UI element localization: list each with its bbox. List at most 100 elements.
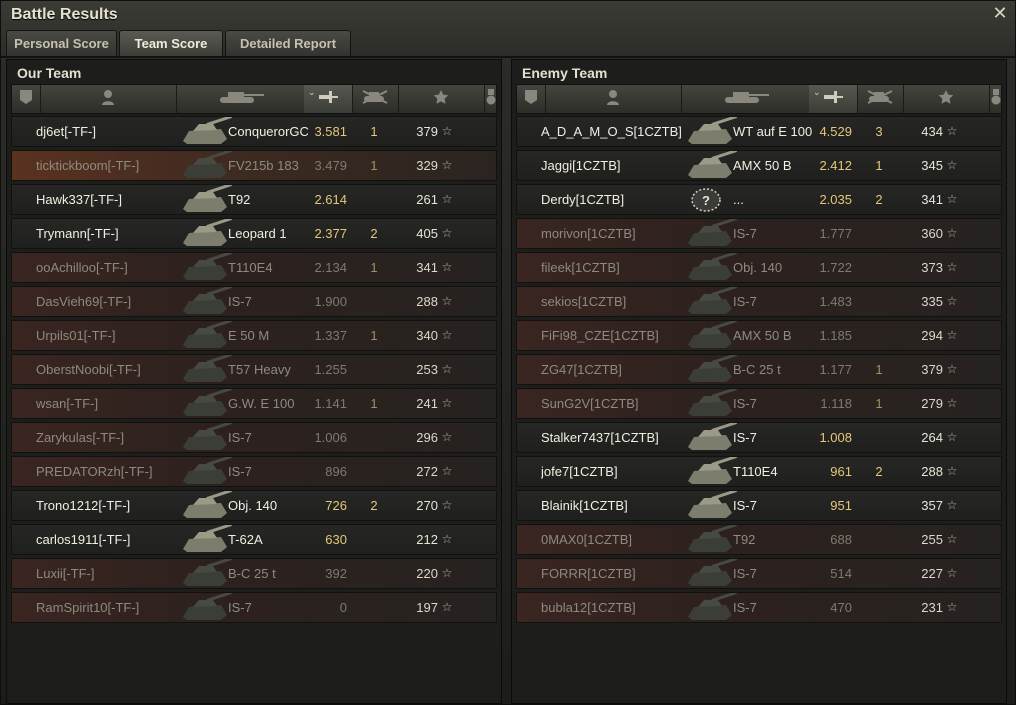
table-row[interactable]: dj6et[-TF-] ConquerorGC 3.581 1 379 ☆ <box>11 115 497 147</box>
close-icon[interactable]: ✕ <box>991 4 1009 22</box>
table-row[interactable]: DasVieh69[-TF-] IS-7 1.900 288 ☆ <box>11 285 497 317</box>
vehicle-name: IS-7 <box>228 600 252 615</box>
damage-value: 2.614 <box>314 192 347 207</box>
xp-value: 197 <box>416 600 438 615</box>
table-row[interactable]: PREDATORzh[-TF-] IS-7 896 272 ☆ <box>11 455 497 487</box>
sort-arrow-icon: ⌄ <box>308 87 316 97</box>
table-row[interactable]: RamSpirit10[-TF-] IS-7 0 197 ☆ <box>11 591 497 623</box>
xp-star-icon <box>433 89 449 110</box>
player-name: SunG2V[1CZTB] <box>541 396 639 411</box>
table-row[interactable]: Blainik[1CZTB] IS-7 951 357 ☆ <box>516 489 1002 521</box>
vehicle-name: B-C 25 t <box>228 566 276 581</box>
table-row[interactable]: Derdy[1CZTB]?... 2.035 2 341 ☆ <box>516 184 1002 215</box>
kills-value <box>364 457 384 486</box>
vehicle-name: Obj. 140 <box>733 260 783 275</box>
header-col-medal[interactable] <box>484 85 499 113</box>
header-col-player[interactable] <box>40 85 177 113</box>
header-col-kills[interactable] <box>352 85 399 113</box>
player-name: ZG47[1CZTB] <box>541 362 622 377</box>
table-row[interactable]: A_D_A_M_O_S[1CZTB] WT auf E 100 4.529 3 434 ☆ <box>516 115 1002 147</box>
table-row[interactable]: jofe7[1CZTB] T110E4 961 2 288 ☆ <box>516 455 1002 487</box>
header-col-kills[interactable] <box>857 85 904 113</box>
table-row[interactable]: 0MAX0[1CZTB] T92 688 255 ☆ <box>516 523 1002 555</box>
player-name: Luxii[-TF-] <box>36 566 95 581</box>
xp-value: 255 <box>921 532 943 547</box>
table-row[interactable]: fileek[1CZTB] Obj. 140 1.722 373 ☆ <box>516 251 1002 283</box>
tank-icon <box>719 89 771 110</box>
header-col-player[interactable] <box>545 85 682 113</box>
table-row[interactable]: Luxii[-TF-] B-C 25 t 392 220 ☆ <box>11 557 497 589</box>
tab-personal-score[interactable]: Personal Score <box>6 30 117 56</box>
header-col-xp-star[interactable] <box>398 85 485 113</box>
table-row[interactable]: FiFi98_CZE[1CZTB] AMX 50 B 1.185 294 ☆ <box>516 319 1002 351</box>
kills-value <box>869 253 889 282</box>
our-team-panel: Our Team ⌄ dj6et[-TF-] ConquerorGC 3.581 1 3… <box>6 59 502 704</box>
table-row[interactable]: SunG2V[1CZTB] IS-7 1.118 1 279 ☆ <box>516 387 1002 419</box>
xp-star-icon: ☆ <box>946 430 958 444</box>
player-name: Blainik[1CZTB] <box>541 498 628 513</box>
xp-star-icon <box>938 89 954 110</box>
table-row[interactable]: Hawk337[-TF-] T92 2.614 261 ☆ <box>11 183 497 215</box>
table-row[interactable]: Zarykulas[-TF-] IS-7 1.006 296 ☆ <box>11 421 497 453</box>
damage-value: 1.483 <box>819 294 852 309</box>
table-row[interactable]: morivon[1CZTB] IS-7 1.777 360 ☆ <box>516 217 1002 249</box>
table-row[interactable]: wsan[-TF-] G.W. E 100 1.141 1 241 ☆ <box>11 387 497 419</box>
table-row[interactable]: sekios[1CZTB] IS-7 1.483 335 ☆ <box>516 285 1002 317</box>
vehicle-name: IS-7 <box>733 566 757 581</box>
header-col-damage[interactable]: ⌄ <box>304 85 353 113</box>
player-name: wsan[-TF-] <box>36 396 99 411</box>
table-row[interactable]: FORRR[1CZTB] IS-7 514 227 ☆ <box>516 557 1002 589</box>
kills-value: 1 <box>875 158 883 173</box>
our-team-header: ⌄ <box>11 84 499 114</box>
kills-value: 1 <box>370 158 378 173</box>
kills-value: 1 <box>875 362 883 377</box>
enemy-team-title: Enemy Team <box>522 65 608 81</box>
xp-star-icon: ☆ <box>441 260 453 274</box>
xp-star-icon: ☆ <box>946 328 958 342</box>
table-row[interactable]: ZG47[1CZTB] B-C 25 t 1.177 1 379 ☆ <box>516 353 1002 385</box>
player-name: FiFi98_CZE[1CZTB] <box>541 328 659 343</box>
table-row[interactable]: bubla12[1CZTB] IS-7 470 231 ☆ <box>516 591 1002 623</box>
xp-star-icon: ☆ <box>441 158 453 172</box>
table-row[interactable]: Stalker7437[1CZTB] IS-7 1.008 264 ☆ <box>516 421 1002 453</box>
xp-star-icon: ☆ <box>441 294 453 308</box>
header-col-medal[interactable] <box>989 85 1004 113</box>
kills-value <box>364 559 384 588</box>
tab-detailed-report[interactable]: Detailed Report <box>225 30 351 56</box>
header-col-tank[interactable] <box>176 85 305 113</box>
xp-star-icon: ☆ <box>441 532 453 546</box>
xp-value: 405 <box>416 226 438 241</box>
vehicle-name: IS-7 <box>228 294 252 309</box>
table-row[interactable]: Jaggi[1CZTB] AMX 50 B 2.412 1 345 ☆ <box>516 149 1002 181</box>
header-col-damage[interactable]: ⌄ <box>809 85 858 113</box>
vehicle-name: IS-7 <box>228 430 252 445</box>
table-row[interactable]: ticktickboom[-TF-] FV215b 183 3.479 1 329 ☆ <box>11 149 497 181</box>
header-col-tank[interactable] <box>681 85 810 113</box>
vehicle-name: T92 <box>228 192 251 207</box>
header-col-xp-star[interactable] <box>903 85 990 113</box>
damage-value: 2.377 <box>314 226 347 241</box>
player-name: carlos1911[-TF-] <box>36 532 131 547</box>
table-row[interactable]: OberstNoobi[-TF-] T57 Heavy 1.255 253 ☆ <box>11 353 497 385</box>
damage-value: 1.141 <box>314 396 347 411</box>
table-row[interactable]: carlos1911[-TF-] T-62A 630 212 ☆ <box>11 523 497 555</box>
vehicle-name: G.W. E 100 <box>228 396 295 411</box>
damage-value: 1.722 <box>819 260 852 275</box>
table-row[interactable]: Trono1212[-TF-] Obj. 140 726 2 270 ☆ <box>11 489 497 521</box>
xp-value: 261 <box>416 192 438 207</box>
table-row[interactable]: Trymann[-TF-] Leopard 1 2.377 2 405 ☆ <box>11 217 497 249</box>
header-col-platoon[interactable] <box>517 85 546 113</box>
player-name: ooAchilloo[-TF-] <box>36 260 128 275</box>
xp-value: 279 <box>921 396 943 411</box>
xp-value: 329 <box>416 158 438 173</box>
xp-value: 241 <box>416 396 438 411</box>
tab-team-score[interactable]: Team Score <box>119 30 223 56</box>
kills-value: 2 <box>370 498 378 513</box>
xp-value: 231 <box>921 600 943 615</box>
table-row[interactable]: Urpils01[-TF-] E 50 M 1.337 1 340 ☆ <box>11 319 497 351</box>
damage-value: 4.529 <box>819 124 852 139</box>
table-row[interactable]: ooAchilloo[-TF-] T110E4 2.134 1 341 ☆ <box>11 251 497 283</box>
vehicle-name: IS-7 <box>733 226 757 241</box>
header-col-platoon[interactable] <box>12 85 41 113</box>
xp-value: 434 <box>921 124 943 139</box>
